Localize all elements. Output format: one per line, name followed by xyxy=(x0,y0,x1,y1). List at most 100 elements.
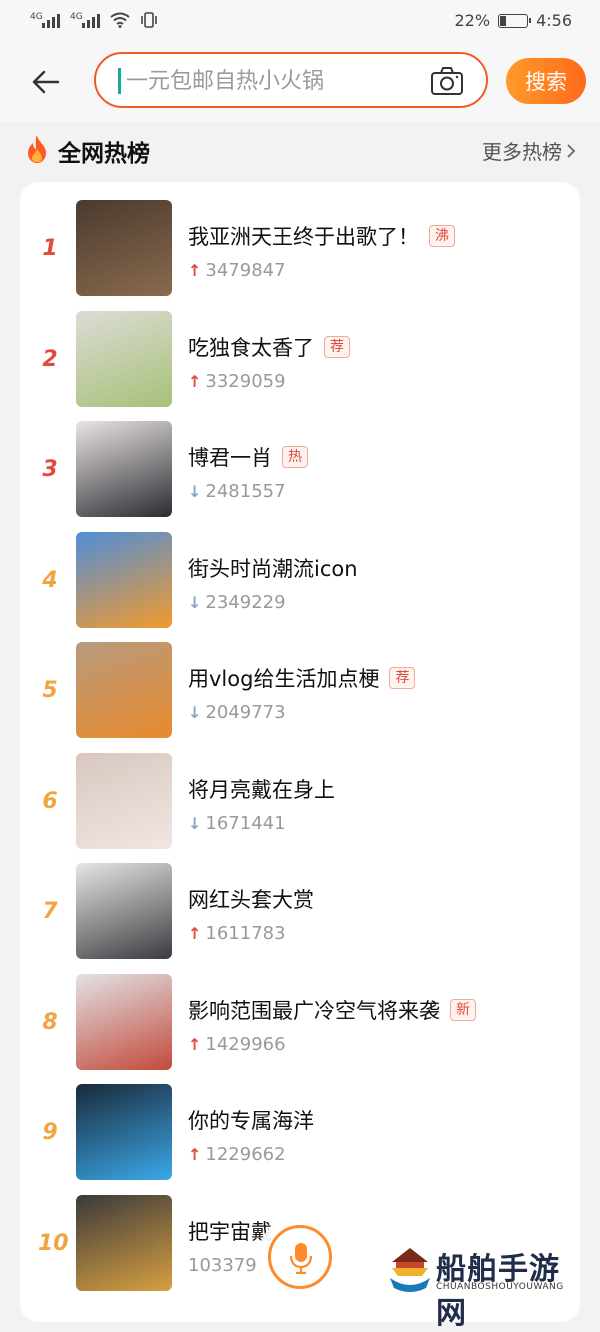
item-title: 把宇宙戴 xyxy=(188,1219,272,1244)
item-title: 影响范围最广冷空气将来袭 xyxy=(188,998,440,1023)
hot-list-item[interactable]: 4 街头时尚潮流icon ↓ 2349229 xyxy=(20,531,580,642)
signal-icon-2: 4G xyxy=(70,12,100,28)
item-title: 网红头套大赏 xyxy=(188,888,314,912)
hot-list-item[interactable]: 2 吃独食太香了荐 ↑ 3329059 xyxy=(20,310,580,421)
pagoda-logo-icon xyxy=(388,1244,432,1294)
search-header: 搜索 xyxy=(0,44,600,122)
thumbnail-image[interactable] xyxy=(76,531,172,628)
heat-count: 1671441 xyxy=(205,812,286,834)
rank-number: 5 xyxy=(42,678,58,703)
arrow-up-icon: ↑ xyxy=(188,1034,202,1054)
item-title-line: 博君一肖热 xyxy=(188,442,308,472)
watermark-subtext: CHUANBOSHOUYOUWANG xyxy=(436,1282,564,1292)
heat-stat: ↓ 2481557 xyxy=(188,481,286,502)
heat-stat: 103379 xyxy=(188,1255,257,1276)
hot-list-card: 1 我亚洲天王终于出歌了！沸 ↑ 3479847 2 吃独食太香了荐 ↑ 3329059 3 博君… xyxy=(20,182,580,1322)
fire-icon xyxy=(24,134,50,164)
thumbnail-image[interactable] xyxy=(76,642,172,738)
item-title-line: 把宇宙戴 xyxy=(188,1216,272,1246)
heat-stat: ↑ 3479847 xyxy=(188,260,286,281)
item-title: 博君一肖 xyxy=(188,446,272,470)
item-tag-badge: 热 xyxy=(282,446,308,468)
item-title: 街头时尚潮流icon xyxy=(188,556,358,581)
heat-stat: ↑ 1429966 xyxy=(188,1034,286,1055)
item-title-line: 街头时尚潮流icon xyxy=(188,553,358,583)
item-title-line: 用vlog给生活加点梗荐 xyxy=(188,663,416,693)
voice-search-button[interactable] xyxy=(268,1225,332,1289)
hot-list-item[interactable]: 6 将月亮戴在身上 ↓ 1671441 xyxy=(20,752,580,863)
hot-list-item[interactable]: 8 影响范围最广冷空气将来袭新 ↑ 1429966 xyxy=(20,973,580,1084)
text-cursor xyxy=(118,68,121,94)
search-button[interactable]: 搜索 xyxy=(506,58,586,104)
item-tag-badge: 沸 xyxy=(429,225,455,247)
thumbnail-image[interactable] xyxy=(76,863,172,959)
hot-list-header: 全网热榜 更多热榜 xyxy=(0,122,600,180)
arrow-up-icon: ↑ xyxy=(188,371,202,391)
item-tag-badge: 荐 xyxy=(324,335,350,358)
rank-number: 9 xyxy=(42,1120,58,1145)
thumbnail-image[interactable] xyxy=(76,1084,172,1180)
arrow-down-icon: ↓ xyxy=(188,813,202,833)
item-title: 用vlog给生活加点梗 xyxy=(188,667,380,691)
thumbnail-image[interactable] xyxy=(76,1194,172,1291)
hot-list-item[interactable]: 7 网红头套大赏 ↑ 1611783 xyxy=(20,863,580,973)
rank-number: 1 xyxy=(42,236,58,261)
arrow-down-icon: ↓ xyxy=(188,703,202,722)
heat-stat: ↑ 1229662 xyxy=(188,1144,286,1165)
search-box[interactable] xyxy=(94,52,488,108)
item-title-line: 将月亮戴在身上 xyxy=(188,774,335,804)
item-title: 你的专属海洋 xyxy=(188,1109,314,1133)
item-title-line: 吃独食太香了荐 xyxy=(188,332,350,362)
heat-stat: ↓ 2049773 xyxy=(188,702,286,723)
heat-stat: ↓ 1671441 xyxy=(188,813,286,834)
wifi-icon xyxy=(110,12,130,28)
arrow-down-icon: ↓ xyxy=(188,482,202,501)
rank-number: 2 xyxy=(42,346,58,372)
rank-number: 8 xyxy=(42,1009,58,1035)
thumbnail-image[interactable] xyxy=(76,973,172,1070)
more-hot-lists-link[interactable]: 更多热榜 xyxy=(482,136,576,165)
heat-stat: ↓ 2349229 xyxy=(188,592,286,613)
clock: 4:56 xyxy=(536,11,572,30)
search-input[interactable] xyxy=(124,63,428,99)
signal-icon: 4G xyxy=(30,12,60,28)
sim1-network-label: 4G xyxy=(30,12,43,22)
heat-count: 103379 xyxy=(188,1254,257,1276)
heat-count: 1611783 xyxy=(205,923,286,944)
site-watermark: 船舶手游网 CHUANBOSHOUYOUWANG xyxy=(388,1240,588,1331)
microphone-icon xyxy=(289,1243,313,1274)
rank-number: 7 xyxy=(42,899,58,924)
item-title: 吃独食太香了 xyxy=(188,335,314,360)
thumbnail-image[interactable] xyxy=(76,752,172,849)
item-title: 我亚洲天王终于出歌了！ xyxy=(188,225,419,249)
item-tag-badge: 荐 xyxy=(389,667,416,689)
sim2-network-label: 4G xyxy=(70,12,83,22)
item-title: 将月亮戴在身上 xyxy=(188,777,335,802)
heat-stat: ↑ 3329059 xyxy=(188,371,286,392)
item-title-line: 网红头套大赏 xyxy=(188,884,314,914)
hot-list-item[interactable]: 9 你的专属海洋 ↑ 1229662 xyxy=(20,1084,580,1194)
heat-count: 3329059 xyxy=(205,370,286,392)
more-label: 更多热榜 xyxy=(482,140,562,164)
heat-count: 2049773 xyxy=(205,702,286,723)
thumbnail-image[interactable] xyxy=(76,200,172,296)
chevron-right-icon xyxy=(567,143,576,158)
rank-number: 3 xyxy=(42,457,58,482)
rank-number: 10 xyxy=(38,1230,69,1256)
arrow-down-icon: ↓ xyxy=(188,592,202,612)
thumbnail-image[interactable] xyxy=(76,421,172,517)
arrow-up-icon: ↑ xyxy=(188,924,202,943)
thumbnail-image[interactable] xyxy=(76,310,172,407)
heat-count: 3479847 xyxy=(205,260,286,281)
item-title-line: 我亚洲天王终于出歌了！ 沸 xyxy=(188,221,455,251)
heat-count: 1429966 xyxy=(205,1033,286,1055)
back-arrow-icon[interactable] xyxy=(28,64,64,100)
heat-count: 2349229 xyxy=(205,591,286,613)
hot-list-item[interactable]: 1 我亚洲天王终于出歌了！ 沸 ↑ 3479847 xyxy=(20,200,580,310)
section-title: 全网热榜 xyxy=(58,141,150,167)
item-title-line: 你的专属海洋 xyxy=(188,1105,314,1135)
hot-list-item[interactable]: 5 用vlog给生活加点梗荐 ↓ 2049773 xyxy=(20,642,580,752)
camera-icon[interactable] xyxy=(430,66,464,96)
battery-icon xyxy=(498,13,532,28)
hot-list-item[interactable]: 3 博君一肖热 ↓ 2481557 xyxy=(20,421,580,531)
